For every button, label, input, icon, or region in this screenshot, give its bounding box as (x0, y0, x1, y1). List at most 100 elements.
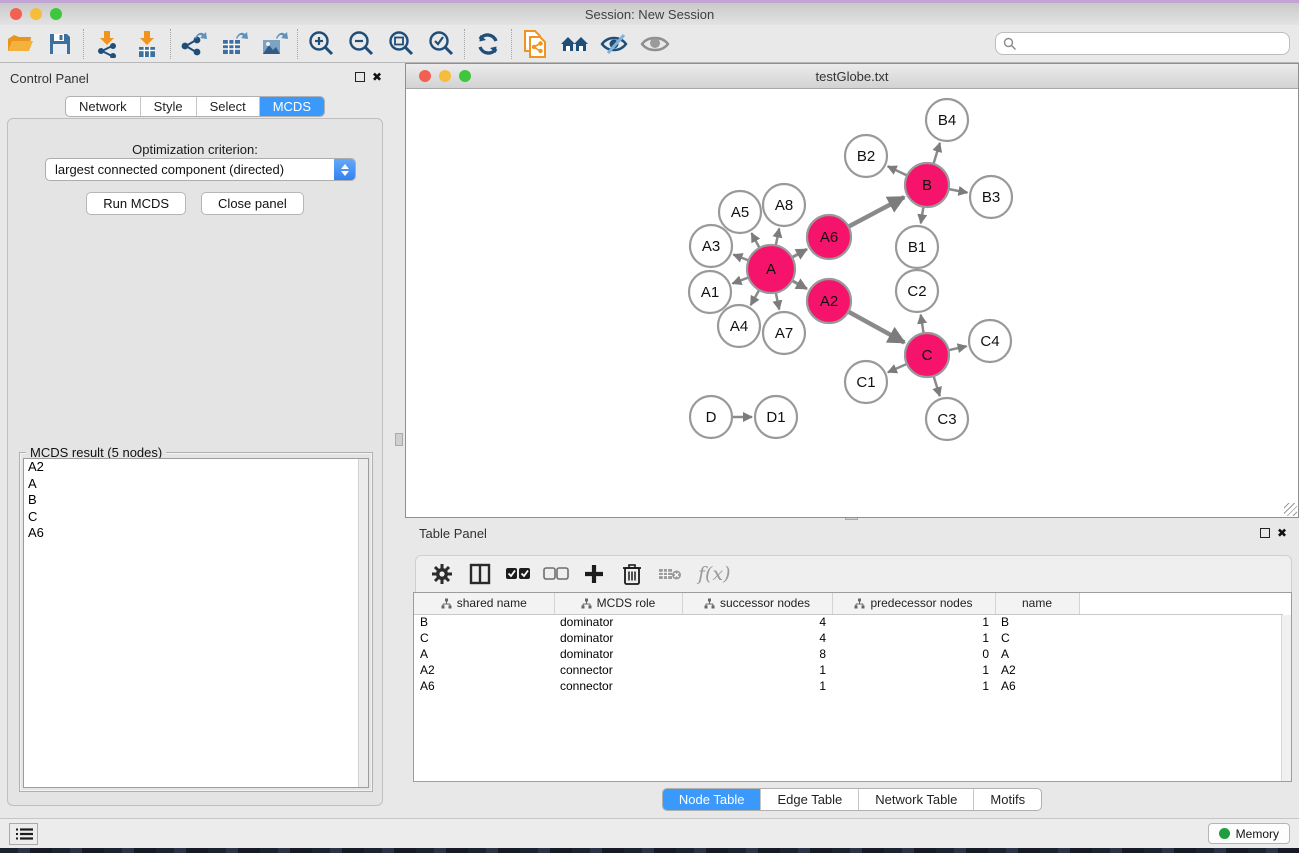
window-resize-grip[interactable] (1284, 503, 1297, 516)
export-image-icon (260, 30, 288, 58)
cell-successor_nodes[interactable]: 8 (682, 646, 832, 662)
column-layout-button[interactable] (466, 560, 494, 588)
table-row[interactable]: A2connector11A2 (414, 662, 1283, 678)
column-header-name[interactable]: name (995, 593, 1079, 614)
search-field[interactable] (995, 32, 1290, 55)
tab-edge-table[interactable]: Edge Table (761, 789, 859, 810)
optimization-criterion-select[interactable]: largest connected component (directed) (45, 158, 356, 181)
export-network-icon (180, 30, 208, 58)
tab-motifs[interactable]: Motifs (974, 789, 1041, 810)
column-header-predecessor_nodes[interactable]: predecessor nodes (832, 593, 995, 614)
cell-name[interactable]: A6 (995, 678, 1079, 694)
cell-mcds_role[interactable]: dominator (554, 614, 682, 630)
import-network-button[interactable] (87, 27, 127, 61)
node-table[interactable]: shared nameMCDS rolesuccessor nodesprede… (413, 592, 1292, 782)
cell-shared_name[interactable]: B (414, 614, 554, 630)
cell-successor_nodes[interactable]: 1 (682, 662, 832, 678)
tab-network-table[interactable]: Network Table (859, 789, 974, 810)
cell-predecessor_nodes[interactable]: 1 (832, 614, 995, 630)
cell-name[interactable]: B (995, 614, 1079, 630)
graph-node-label-C4: C4 (980, 333, 999, 350)
zoom-selected-button[interactable] (421, 27, 461, 61)
hide-graphics-details-button[interactable] (595, 27, 635, 61)
graph-node-label-C1: C1 (856, 374, 875, 391)
tab-style[interactable]: Style (141, 97, 197, 116)
deselect-all-button[interactable] (542, 560, 570, 588)
delete-column-button[interactable] (618, 560, 646, 588)
cell-successor_nodes[interactable]: 4 (682, 614, 832, 630)
mcds-result-item[interactable]: A6 (24, 525, 368, 542)
cell-shared_name[interactable]: A (414, 646, 554, 662)
mcds-result-item[interactable]: A2 (24, 459, 368, 476)
open-session-button[interactable] (0, 27, 40, 61)
close-panel-icon[interactable]: ✖ (372, 72, 382, 82)
cell-shared_name[interactable]: A2 (414, 662, 554, 678)
tab-node-table[interactable]: Node Table (663, 789, 762, 810)
run-mcds-button[interactable]: Run MCDS (86, 192, 186, 215)
cell-successor_nodes[interactable]: 4 (682, 630, 832, 646)
graph-node-label-B: B (922, 177, 932, 194)
export-image-button[interactable] (254, 27, 294, 61)
import-table-button[interactable] (127, 27, 167, 61)
table-row[interactable]: Cdominator41C (414, 630, 1283, 646)
vertical-splitter-handle[interactable] (395, 433, 403, 446)
cell-name[interactable]: C (995, 630, 1079, 646)
welcome-screen-button[interactable] (555, 27, 595, 61)
close-table-panel-icon[interactable]: ✖ (1277, 528, 1287, 538)
tab-network[interactable]: Network (66, 97, 141, 116)
graph-node-label-B4: B4 (938, 112, 956, 129)
table-row[interactable]: A6connector11A6 (414, 678, 1283, 694)
cell-predecessor_nodes[interactable]: 1 (832, 630, 995, 646)
cell-mcds_role[interactable]: connector (554, 678, 682, 694)
cell-mcds_role[interactable]: dominator (554, 630, 682, 646)
network-window-titlebar[interactable]: testGlobe.txt (406, 64, 1298, 89)
delete-table-button[interactable] (656, 560, 684, 588)
task-history-button[interactable] (9, 823, 38, 845)
network-from-file-button[interactable] (515, 27, 555, 61)
export-table-button[interactable] (214, 27, 254, 61)
zoom-in-button[interactable] (301, 27, 341, 61)
network-canvas[interactable]: B4B2BB3A8A5A6A3B1AA1C2A2A4A7CC1C4C3DD1 (406, 89, 1298, 517)
network-graph[interactable]: B4B2BB3A8A5A6A3B1AA1C2A2A4A7CC1C4C3DD1 (406, 89, 1297, 510)
memory-button[interactable]: Memory (1208, 823, 1290, 844)
column-header-successor_nodes[interactable]: successor nodes (682, 593, 832, 614)
cell-predecessor_nodes[interactable]: 1 (832, 678, 995, 694)
mcds-result-list[interactable]: A2ABCA6 (23, 458, 369, 788)
tab-mcds[interactable]: MCDS (260, 97, 324, 116)
cell-mcds_role[interactable]: dominator (554, 646, 682, 662)
cell-successor_nodes[interactable]: 1 (682, 678, 832, 694)
mcds-result-item[interactable]: C (24, 509, 368, 526)
cell-mcds_role[interactable]: connector (554, 662, 682, 678)
add-column-button[interactable] (580, 560, 608, 588)
cell-shared_name[interactable]: C (414, 630, 554, 646)
gear-button[interactable] (428, 560, 456, 588)
cell-predecessor_nodes[interactable]: 0 (832, 646, 995, 662)
float-panel-icon[interactable] (355, 72, 365, 82)
cell-predecessor_nodes[interactable]: 1 (832, 662, 995, 678)
close-panel-button[interactable]: Close panel (201, 192, 304, 215)
cell-name[interactable]: A (995, 646, 1079, 662)
search-input[interactable] (1017, 37, 1289, 51)
zoom-out-button[interactable] (341, 27, 381, 61)
cell-name[interactable]: A2 (995, 662, 1079, 678)
node-table-header-row[interactable]: shared nameMCDS rolesuccessor nodesprede… (414, 593, 1283, 614)
table-row[interactable]: Bdominator41B (414, 614, 1283, 630)
tab-select[interactable]: Select (197, 97, 260, 116)
select-all-button[interactable] (504, 560, 532, 588)
cell-shared_name[interactable]: A6 (414, 678, 554, 694)
table-scrollbar[interactable] (1281, 615, 1291, 781)
column-header-shared_name[interactable]: shared name (414, 593, 554, 614)
zoom-fit-button[interactable] (381, 27, 421, 61)
mcds-result-item[interactable]: A (24, 476, 368, 493)
list-scrollbar[interactable] (358, 459, 368, 787)
save-session-button[interactable] (40, 27, 80, 61)
column-header-mcds_role[interactable]: MCDS role (554, 593, 682, 614)
table-row[interactable]: Adominator80A (414, 646, 1283, 662)
mcds-result-item[interactable]: B (24, 492, 368, 509)
show-eye-button[interactable] (635, 27, 675, 61)
node-table-body: Bdominator41BCdominator41CAdominator80AA… (414, 614, 1283, 694)
function-builder-button[interactable]: f(x) (694, 563, 731, 585)
export-network-button[interactable] (174, 27, 214, 61)
refresh-button[interactable] (468, 27, 508, 61)
float-table-panel-icon[interactable] (1260, 528, 1270, 538)
